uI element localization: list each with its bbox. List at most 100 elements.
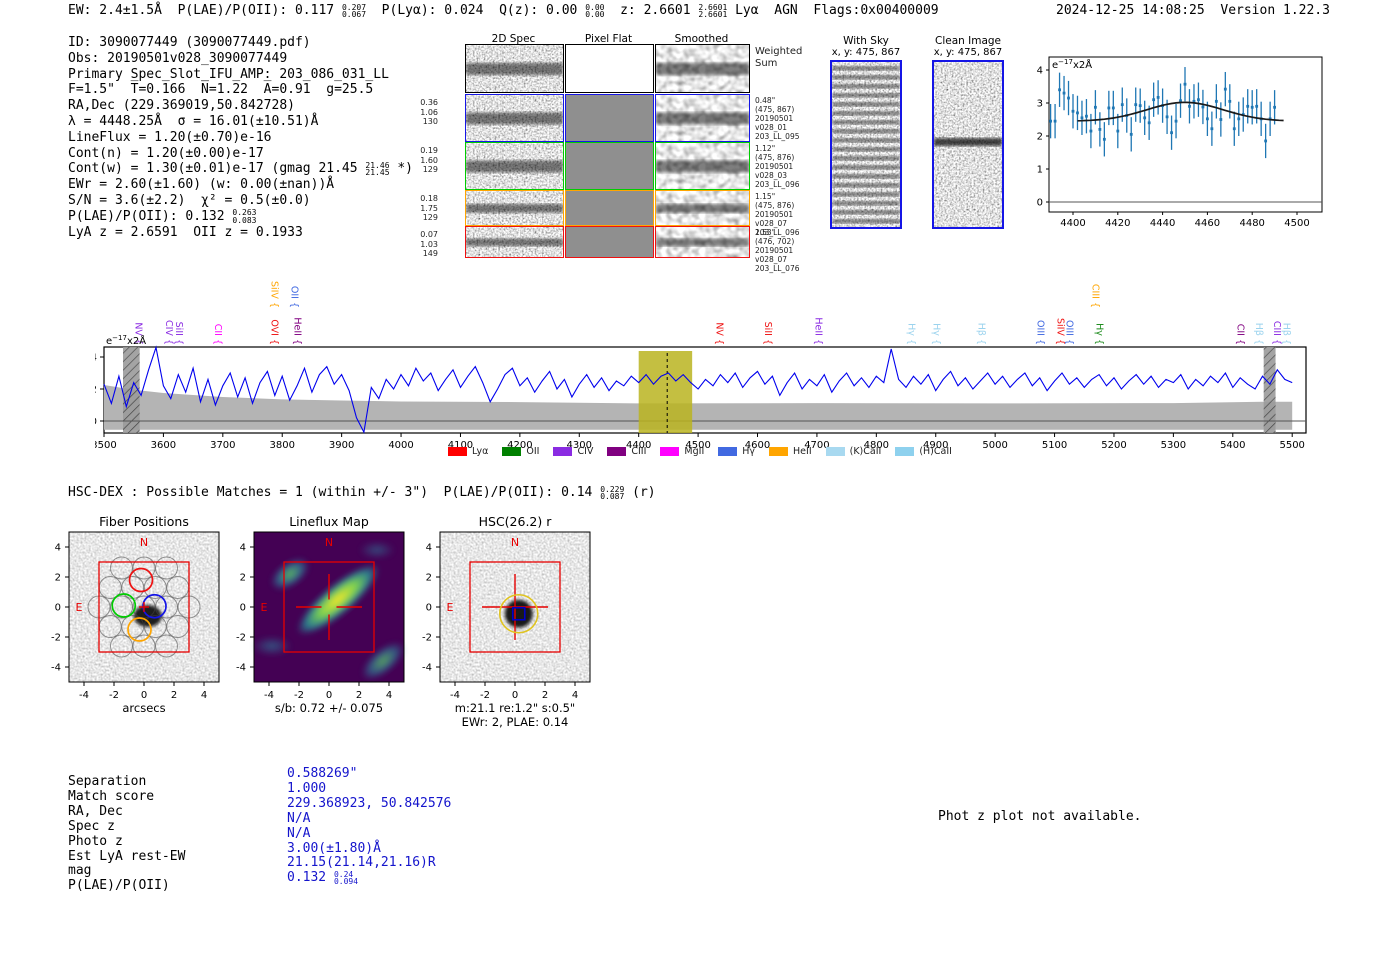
info-line: λ = 4448.25Å σ = 16.01(±10.51)Å <box>68 114 413 130</box>
with-sky-panel-coords: x, y: 475, 867 <box>831 47 901 58</box>
svg-text:2: 2 <box>240 573 246 584</box>
svg-text:0: 0 <box>512 690 518 701</box>
info-stack: 0.263 0.083 <box>232 208 257 225</box>
spec2d-row-right-label: Weighted Sum <box>755 46 803 69</box>
info-text: S/N = 3.6(±2.2) χ² = 0.5(±0.0) <box>68 192 311 208</box>
info-line: EWr = 2.60(±1.60) (w: 0.00(±nan))Å <box>68 177 413 193</box>
svg-text:-2: -2 <box>294 690 304 701</box>
svg-text:E: E <box>76 601 83 614</box>
match-row-label: Est LyA rest-EW <box>68 848 186 864</box>
hsc-text: HSC-DEX : Possible Matches = 1 (within +… <box>68 485 601 500</box>
svg-text:2: 2 <box>542 690 548 701</box>
line-fit-chart-svg: 0 1 2 3 4 4400 4420 4440 4460 4480 4500 e−17x2Å <box>1037 56 1323 229</box>
svg-text:CII {: CII { <box>212 324 223 345</box>
header-text: Lyα AGN Flags:0x00400009 <box>727 3 939 18</box>
svg-text:4: 4 <box>426 543 432 554</box>
svg-text:0: 0 <box>240 603 246 614</box>
header-datetime: 2024-12-25 14:08:25 <box>1056 3 1205 18</box>
full-spectrum-chart-svg: NV {CIV {SiII {CII {OVI {SiIV {OII {HeII… <box>91 281 1307 451</box>
legend-label: Lyα <box>472 446 489 457</box>
info-text: Cont(w) = 1.30(±0.01)e-17 (gmag 21.45 <box>68 161 366 177</box>
clean-image-panel: Clean Image x, y: 475, 867 <box>932 35 1004 229</box>
svg-text:4400: 4400 <box>1060 218 1085 229</box>
svg-text:N: N <box>325 536 333 549</box>
svg-text:Hβ {: Hβ { <box>975 323 986 345</box>
spec2d-cell <box>565 94 654 142</box>
spec2d-row-right-label: 1.12" (475, 876) 20190501 v028_03 203_LL_096 <box>755 144 800 189</box>
match-row-label: Match score <box>68 788 155 804</box>
svg-text:4: 4 <box>201 690 207 701</box>
spec2d-cell <box>655 226 750 258</box>
svg-text:HSC(26.2) r: HSC(26.2) r <box>479 514 553 529</box>
legend-label: (H)CaII <box>919 446 952 457</box>
spec2d-row-right-label: 0.48" (475, 867) 20190501 v028_01 203_LL_095 <box>755 96 800 141</box>
svg-text:CIII {: CIII { <box>1271 321 1282 345</box>
match-row-value: N/A <box>287 825 311 841</box>
svg-text:4420: 4420 <box>1105 218 1130 229</box>
svg-text:4: 4 <box>572 690 578 701</box>
spec2d-cell <box>565 142 654 190</box>
svg-text:-4: -4 <box>51 663 61 674</box>
legend-item: CIII <box>607 446 646 457</box>
spec2d-cell <box>465 190 564 226</box>
legend-swatch <box>825 447 845 456</box>
svg-text:0: 0 <box>141 690 147 701</box>
spec2d-row-left-label: 0.07 1.03 149 <box>420 230 438 258</box>
legend-swatch <box>448 447 468 456</box>
spec2d-cell <box>565 190 654 226</box>
spec2d-row <box>463 190 750 226</box>
svg-text:0: 0 <box>1037 198 1043 209</box>
info-text: RA,Dec (229.369019,50.842728) <box>68 98 295 114</box>
svg-text:HeII {: HeII { <box>292 317 303 345</box>
spec2d-row-left-label: 0.18 1.75 129 <box>420 194 438 222</box>
header-stack: 0.207 0.067 <box>341 2 367 19</box>
header-stack: 0.00 0.00 <box>585 2 605 19</box>
svg-text:E: E <box>447 601 454 614</box>
svg-text:4480: 4480 <box>1239 218 1264 229</box>
match-row-value: 0.132 0.24 0.094 <box>287 869 359 887</box>
svg-text:Hγ {: Hγ { <box>930 323 941 345</box>
svg-text:Hβ {: Hβ { <box>1253 323 1264 345</box>
legend-swatch <box>660 447 680 456</box>
svg-text:N: N <box>511 536 519 549</box>
match-row-value: 229.368923, 50.842576 <box>287 795 452 811</box>
info-line: LineFlux = 1.20(±0.70)e-16 <box>68 130 413 146</box>
info-text: Obs: 20190501v028_3090077449 <box>68 50 288 66</box>
svg-text:-2: -2 <box>236 633 246 644</box>
info-line: F=1.5" T̅=0.166 N̅=1.22 A̅=0.91 g=25.5 <box>68 82 413 98</box>
info-text: λ = 4448.25Å σ = 16.01(±10.51)Å <box>68 113 319 129</box>
spec2d-row <box>463 142 750 190</box>
svg-text:Fiber Positions: Fiber Positions <box>99 514 189 529</box>
svg-text:OVI {: OVI { <box>269 319 280 345</box>
info-line: Cont(n) = 1.20(±0.00)e-17 <box>68 146 413 162</box>
legend-item: Lyα <box>448 446 488 457</box>
info-line: Cont(w) = 1.30(±0.01)e-17 (gmag 21.45 21… <box>68 161 413 177</box>
legend-label: CIV <box>577 446 594 457</box>
svg-text:0: 0 <box>55 603 61 614</box>
svg-text:HeII {: HeII { <box>813 317 824 345</box>
info-text: LyA z = 2.6591 OII z = 0.1933 <box>68 224 303 240</box>
spectrum-legend: Lyα OII CIV CIII MgII Hγ HeII (K)CaII (H)CaII <box>95 446 1305 457</box>
svg-text:CIII {: CIII { <box>1090 284 1101 308</box>
svg-text:SiII {: SiII { <box>173 322 184 345</box>
with-sky-panel-title: With Sky <box>843 35 889 47</box>
spec2d-row <box>463 226 750 258</box>
legend-label: OII <box>526 446 540 457</box>
spec2d-cell <box>655 94 750 142</box>
header-stack: 2.6601 2.6601 <box>698 2 728 19</box>
spec2d-cell <box>465 226 564 258</box>
svg-text:CII {: CII { <box>1235 324 1246 345</box>
spec2d-row <box>463 44 750 93</box>
hsc-dex-match-line: HSC-DEX : Possible Matches = 1 (within +… <box>68 485 656 501</box>
info-line: S/N = 3.6(±2.2) χ² = 0.5(±0.0) <box>68 193 413 209</box>
svg-text:OIII {: OIII { <box>1063 320 1074 345</box>
legend-item: MgII <box>660 446 704 457</box>
info-text: Primary Spec_Slot_IFU_AMP: 203_086_031_L… <box>68 66 389 82</box>
hsc-text: (r) <box>624 485 656 500</box>
full-spectrum-chart: NV {CIV {SiII {CII {OVI {SiIV {OII {HeII… <box>91 262 1310 461</box>
header-text: P(Lyα): 0.024 Q(z): 0.00 <box>366 3 586 18</box>
spec2d-panel: 2D Spec Pixel Flat Smoothed Weighted Sum 0.36… <box>420 30 802 273</box>
legend-label: CIII <box>631 446 647 457</box>
match-row-value: 21.15(21.14,21.16)R <box>287 855 436 871</box>
info-text: F=1.5" T̅=0.166 N̅=1.22 A̅=0.91 g=25.5 <box>68 82 374 98</box>
